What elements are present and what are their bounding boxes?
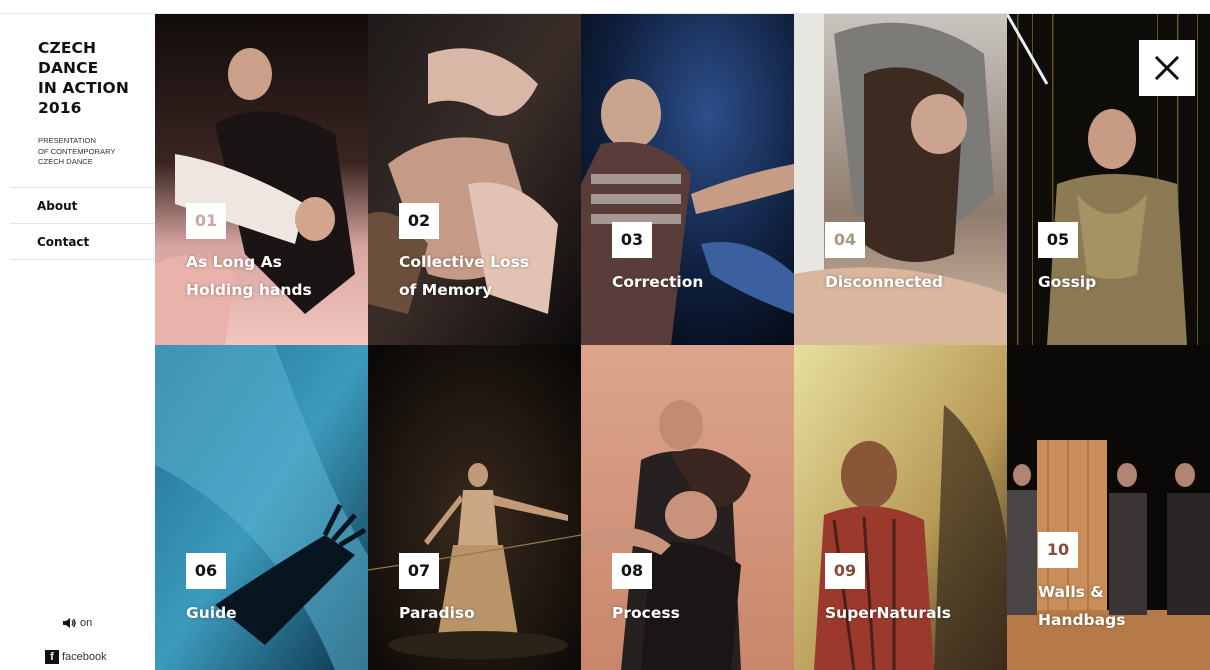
facebook-label: facebook	[62, 651, 107, 663]
logo-line: DANCE	[38, 59, 99, 77]
logo-line: 2016	[38, 99, 82, 117]
performance-tile[interactable]: 04 Disconnected	[794, 14, 1007, 345]
performance-title: Guide	[186, 604, 237, 622]
logo-line: CZECH	[38, 39, 97, 57]
performance-title: Walls & Handbags	[1038, 583, 1126, 629]
site-subtitle: PRESENTATION OF CONTEMPORARY CZECH DANCE	[38, 136, 148, 168]
sidebar: CZECH DANCE IN ACTION 2016 PRESENTATION …	[0, 14, 155, 670]
performance-title: Collective Loss of Memory	[399, 253, 530, 299]
performance-tile[interactable]: 03 Correction	[581, 14, 794, 345]
performance-title: Paradiso	[399, 604, 475, 622]
close-icon	[1154, 55, 1180, 81]
top-bar	[0, 0, 1210, 14]
performance-number: 03	[612, 222, 652, 258]
performance-title: Gossip	[1038, 273, 1097, 291]
performance-tile[interactable]: 02 Collective Loss of Memory	[368, 14, 581, 345]
sidebar-nav: About Contact	[10, 187, 155, 260]
subtitle-line: OF CONTEMPORARY	[38, 146, 116, 156]
performance-tile[interactable]: 06 Guide	[155, 345, 368, 670]
subtitle-line: PRESENTATION	[38, 136, 96, 145]
nav-item-contact[interactable]: Contact	[10, 224, 155, 260]
performance-number: 07	[399, 553, 439, 589]
performance-tile[interactable]: 08 Process	[581, 345, 794, 670]
sound-toggle[interactable]: on	[62, 617, 92, 629]
performance-tile[interactable]: 01 As Long As Holding hands	[155, 14, 368, 345]
performance-number: 01	[186, 203, 226, 239]
subtitle-line: CZECH DANCE	[38, 157, 93, 166]
performance-title: As Long As Holding hands	[186, 253, 312, 299]
facebook-link[interactable]: f facebook	[45, 650, 107, 664]
close-button[interactable]	[1139, 40, 1195, 96]
performance-number: 06	[186, 553, 226, 589]
performance-tile[interactable]: 10 Walls & Handbags	[1007, 345, 1210, 670]
speaker-icon	[63, 618, 76, 628]
performance-title: SuperNaturals	[825, 604, 951, 622]
performance-tile[interactable]: 07 Paradiso	[368, 345, 581, 670]
logo-line: IN ACTION	[38, 79, 129, 97]
site-logo[interactable]: CZECH DANCE IN ACTION 2016	[38, 38, 148, 118]
performance-number: 08	[612, 553, 652, 589]
performance-number: 02	[399, 203, 439, 239]
facebook-icon: f	[45, 650, 59, 664]
performance-number: 10	[1038, 532, 1078, 568]
nav-item-about[interactable]: About	[10, 188, 155, 224]
performance-title: Disconnected	[825, 273, 944, 291]
performance-number: 09	[825, 553, 865, 589]
performance-tile[interactable]: 09 SuperNaturals	[794, 345, 1007, 670]
performance-number: 05	[1038, 222, 1078, 258]
performance-number: 04	[825, 222, 865, 258]
performance-title: Correction	[612, 273, 704, 291]
sound-label: on	[80, 617, 93, 629]
performance-title: Process	[612, 604, 680, 622]
performance-grid: 01 As Long As Holding hands 02 Collectiv…	[155, 14, 1210, 670]
